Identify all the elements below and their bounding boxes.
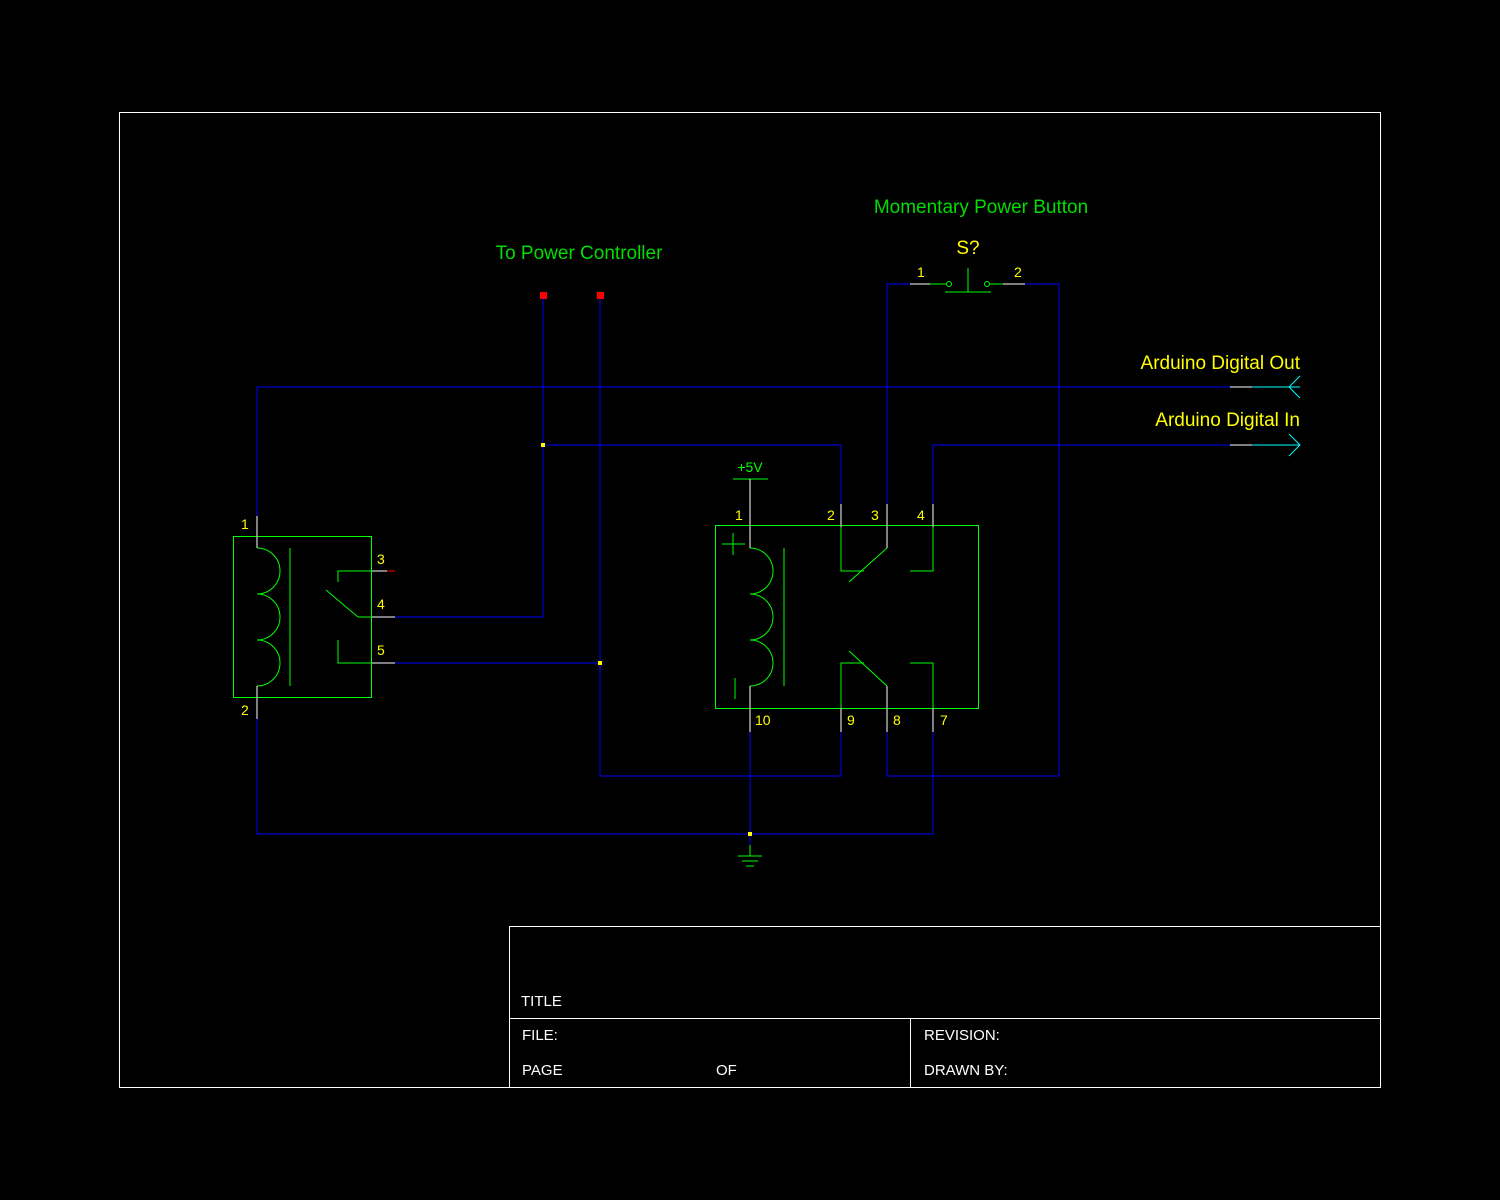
port-digital-in-label: Arduino Digital In xyxy=(1155,410,1300,431)
relay-right-pin-1: 1 xyxy=(735,507,743,523)
relay-left-pin-3: 3 xyxy=(377,551,385,567)
terminal-square[interactable] xyxy=(597,292,604,299)
canvas-background xyxy=(0,0,1500,1200)
power-button-note: Momentary Power Button xyxy=(874,197,1088,218)
revision-label: REVISION: xyxy=(924,1027,1000,1044)
relay-right-pin-3: 3 xyxy=(871,507,879,523)
relay-right-pin-8: 8 xyxy=(893,712,901,728)
port-digital-out-label: Arduino Digital Out xyxy=(1141,353,1301,374)
relay-left-pin-1: 1 xyxy=(241,516,249,532)
relay-right-pin-9: 9 xyxy=(847,712,855,728)
relay-left-pin-2: 2 xyxy=(241,702,249,718)
drawn-by-label: DRAWN BY: xyxy=(924,1062,1008,1079)
switch-pin-1: 1 xyxy=(917,264,925,280)
schematic-canvas: TITLE FILE: REVISION: PAGE OF DRAWN BY: … xyxy=(0,0,1500,1200)
junction-dot xyxy=(541,443,545,447)
of-label: OF xyxy=(716,1062,737,1079)
relay-right-pin-10: 10 xyxy=(755,712,771,728)
switch-pin-2: 2 xyxy=(1014,264,1022,280)
relay-left-pin-5: 5 xyxy=(377,642,385,658)
file-label: FILE: xyxy=(522,1027,558,1044)
page-label: PAGE xyxy=(522,1062,563,1079)
junction-dot xyxy=(748,832,752,836)
switch-reference: S? xyxy=(956,238,979,259)
power-label: +5V xyxy=(737,459,763,475)
title-label: TITLE xyxy=(521,993,562,1010)
junction-dot xyxy=(598,661,602,665)
relay-right-pin-4: 4 xyxy=(917,507,925,523)
relay-right-pin-2: 2 xyxy=(827,507,835,523)
relay-left-pin-4: 4 xyxy=(377,596,385,612)
terminal-square[interactable] xyxy=(540,292,547,299)
relay-right-pin-7: 7 xyxy=(940,712,948,728)
power-controller-note: To Power Controller xyxy=(496,243,664,264)
